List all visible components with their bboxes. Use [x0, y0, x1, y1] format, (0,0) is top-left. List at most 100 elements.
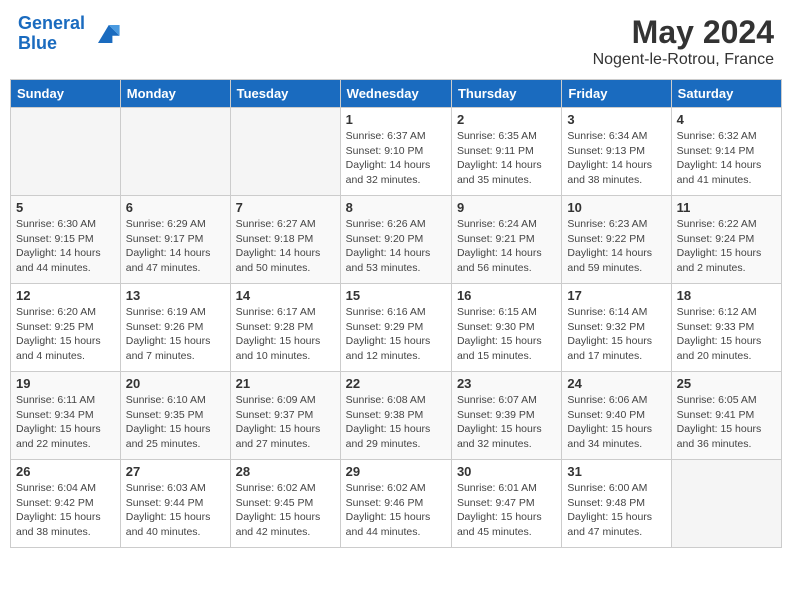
day-number: 14	[236, 288, 335, 303]
page-header: General Blue May 2024 Nogent-le-Rotrou, …	[10, 10, 782, 73]
calendar-cell: 31 Sunrise: 6:00 AMSunset: 9:48 PMDayligh…	[562, 460, 671, 548]
day-number: 23	[457, 376, 556, 391]
day-number: 28	[236, 464, 335, 479]
weekday-header-sunday: Sunday	[11, 80, 121, 108]
day-info: Sunrise: 6:35 AMSunset: 9:11 PMDaylight:…	[457, 129, 556, 188]
day-number: 6	[126, 200, 225, 215]
month-title: May 2024	[593, 14, 774, 51]
calendar-cell: 29Sunrise: 6:02 AMSunset: 9:46 PMDayligh…	[340, 460, 451, 548]
calendar-cell: 24 Sunrise: 6:06 AMSunset: 9:40 PMDayligh…	[562, 372, 671, 460]
calendar-cell: 18 Sunrise: 6:12 AMSunset: 9:33 PMDayligh…	[671, 284, 781, 372]
day-info: Sunrise: 6:00 AMSunset: 9:48 PMDaylight:…	[567, 481, 665, 540]
day-number: 12	[16, 288, 115, 303]
day-number: 18	[677, 288, 776, 303]
day-number: 20	[126, 376, 225, 391]
day-info: Sunrise: 6:02 AMSunset: 9:46 PMDaylight:…	[346, 481, 446, 540]
day-info: Sunrise: 6:19 AMSunset: 9:26 PMDaylight:…	[126, 305, 225, 364]
weekday-header-wednesday: Wednesday	[340, 80, 451, 108]
calendar-cell: 21 Sunrise: 6:09 AMSunset: 9:37 PMDayligh…	[230, 372, 340, 460]
calendar-cell	[230, 108, 340, 196]
calendar-cell: 14 Sunrise: 6:17 AMSunset: 9:28 PMDayligh…	[230, 284, 340, 372]
calendar-cell: 20 Sunrise: 6:10 AMSunset: 9:35 PMDayligh…	[120, 372, 230, 460]
calendar-cell: 15 Sunrise: 6:16 AMSunset: 9:29 PMDayligh…	[340, 284, 451, 372]
weekday-header-tuesday: Tuesday	[230, 80, 340, 108]
calendar-cell: 2 Sunrise: 6:35 AMSunset: 9:11 PMDaylight…	[451, 108, 561, 196]
day-number: 9	[457, 200, 556, 215]
day-info: Sunrise: 6:22 AMSunset: 9:24 PMDaylight:…	[677, 217, 776, 276]
day-info: Sunrise: 6:32 AMSunset: 9:14 PMDaylight:…	[677, 129, 776, 188]
calendar-cell: 10 Sunrise: 6:23 AMSunset: 9:22 PMDayligh…	[562, 196, 671, 284]
day-info: Sunrise: 6:09 AMSunset: 9:37 PMDaylight:…	[236, 393, 335, 452]
calendar-cell: 27 Sunrise: 6:03 AMSunset: 9:44 PMDayligh…	[120, 460, 230, 548]
day-number: 10	[567, 200, 665, 215]
day-info: Sunrise: 6:14 AMSunset: 9:32 PMDaylight:…	[567, 305, 665, 364]
calendar-cell: 5 Sunrise: 6:30 AMSunset: 9:15 PMDaylight…	[11, 196, 121, 284]
day-info: Sunrise: 6:07 AMSunset: 9:39 PMDaylight:…	[457, 393, 556, 452]
day-number: 8	[346, 200, 446, 215]
day-number: 2	[457, 112, 556, 127]
calendar-week-3: 12 Sunrise: 6:20 AMSunset: 9:25 PMDayligh…	[11, 284, 782, 372]
day-info: Sunrise: 6:17 AMSunset: 9:28 PMDaylight:…	[236, 305, 335, 364]
day-info: Sunrise: 6:01 AMSunset: 9:47 PMDaylight:…	[457, 481, 556, 540]
day-number: 21	[236, 376, 335, 391]
weekday-header-monday: Monday	[120, 80, 230, 108]
calendar-cell: 22 Sunrise: 6:08 AMSunset: 9:38 PMDayligh…	[340, 372, 451, 460]
day-number: 24	[567, 376, 665, 391]
day-number: 30	[457, 464, 556, 479]
calendar-cell: 9 Sunrise: 6:24 AMSunset: 9:21 PMDaylight…	[451, 196, 561, 284]
day-number: 4	[677, 112, 776, 127]
calendar-week-2: 5 Sunrise: 6:30 AMSunset: 9:15 PMDaylight…	[11, 196, 782, 284]
day-info: Sunrise: 6:04 AMSunset: 9:42 PMDaylight:…	[16, 481, 115, 540]
day-info: Sunrise: 6:12 AMSunset: 9:33 PMDaylight:…	[677, 305, 776, 364]
day-info: Sunrise: 6:03 AMSunset: 9:44 PMDaylight:…	[126, 481, 225, 540]
logo: General Blue	[18, 14, 125, 54]
day-info: Sunrise: 6:29 AMSunset: 9:17 PMDaylight:…	[126, 217, 225, 276]
calendar-cell	[671, 460, 781, 548]
day-number: 16	[457, 288, 556, 303]
day-info: Sunrise: 6:15 AMSunset: 9:30 PMDaylight:…	[457, 305, 556, 364]
calendar-week-4: 19Sunrise: 6:11 AMSunset: 9:34 PMDayligh…	[11, 372, 782, 460]
day-info: Sunrise: 6:10 AMSunset: 9:35 PMDaylight:…	[126, 393, 225, 452]
calendar-cell: 17 Sunrise: 6:14 AMSunset: 9:32 PMDayligh…	[562, 284, 671, 372]
day-number: 15	[346, 288, 446, 303]
weekday-header-friday: Friday	[562, 80, 671, 108]
day-number: 31	[567, 464, 665, 479]
day-number: 27	[126, 464, 225, 479]
calendar-cell: 12 Sunrise: 6:20 AMSunset: 9:25 PMDayligh…	[11, 284, 121, 372]
day-info: Sunrise: 6:08 AMSunset: 9:38 PMDaylight:…	[346, 393, 446, 452]
calendar-cell: 25Sunrise: 6:05 AMSunset: 9:41 PMDayligh…	[671, 372, 781, 460]
weekday-header-thursday: Thursday	[451, 80, 561, 108]
day-info: Sunrise: 6:05 AMSunset: 9:41 PMDaylight:…	[677, 393, 776, 452]
day-info: Sunrise: 6:37 AMSunset: 9:10 PMDaylight:…	[346, 129, 446, 188]
calendar-cell: 1Sunrise: 6:37 AMSunset: 9:10 PMDaylight…	[340, 108, 451, 196]
day-number: 17	[567, 288, 665, 303]
calendar-week-5: 26Sunrise: 6:04 AMSunset: 9:42 PMDayligh…	[11, 460, 782, 548]
day-number: 11	[677, 200, 776, 215]
day-number: 3	[567, 112, 665, 127]
day-info: Sunrise: 6:20 AMSunset: 9:25 PMDaylight:…	[16, 305, 115, 364]
logo-general: General	[18, 13, 85, 33]
day-number: 22	[346, 376, 446, 391]
calendar-table: SundayMondayTuesdayWednesdayThursdayFrid…	[10, 79, 782, 548]
day-info: Sunrise: 6:16 AMSunset: 9:29 PMDaylight:…	[346, 305, 446, 364]
weekday-header-row: SundayMondayTuesdayWednesdayThursdayFrid…	[11, 80, 782, 108]
logo-blue: Blue	[18, 34, 85, 54]
day-info: Sunrise: 6:30 AMSunset: 9:15 PMDaylight:…	[16, 217, 115, 276]
day-number: 19	[16, 376, 115, 391]
day-number: 5	[16, 200, 115, 215]
day-info: Sunrise: 6:23 AMSunset: 9:22 PMDaylight:…	[567, 217, 665, 276]
day-number: 13	[126, 288, 225, 303]
day-info: Sunrise: 6:24 AMSunset: 9:21 PMDaylight:…	[457, 217, 556, 276]
logo-text: General	[18, 14, 85, 34]
day-info: Sunrise: 6:06 AMSunset: 9:40 PMDaylight:…	[567, 393, 665, 452]
calendar-week-1: 1Sunrise: 6:37 AMSunset: 9:10 PMDaylight…	[11, 108, 782, 196]
weekday-header-saturday: Saturday	[671, 80, 781, 108]
day-info: Sunrise: 6:27 AMSunset: 9:18 PMDaylight:…	[236, 217, 335, 276]
calendar-cell: 6 Sunrise: 6:29 AMSunset: 9:17 PMDaylight…	[120, 196, 230, 284]
calendar-cell	[11, 108, 121, 196]
title-block: May 2024 Nogent-le-Rotrou, France	[593, 14, 774, 69]
calendar-cell: 11 Sunrise: 6:22 AMSunset: 9:24 PMDayligh…	[671, 196, 781, 284]
calendar-cell: 19Sunrise: 6:11 AMSunset: 9:34 PMDayligh…	[11, 372, 121, 460]
calendar-cell: 13 Sunrise: 6:19 AMSunset: 9:26 PMDayligh…	[120, 284, 230, 372]
calendar-cell	[120, 108, 230, 196]
